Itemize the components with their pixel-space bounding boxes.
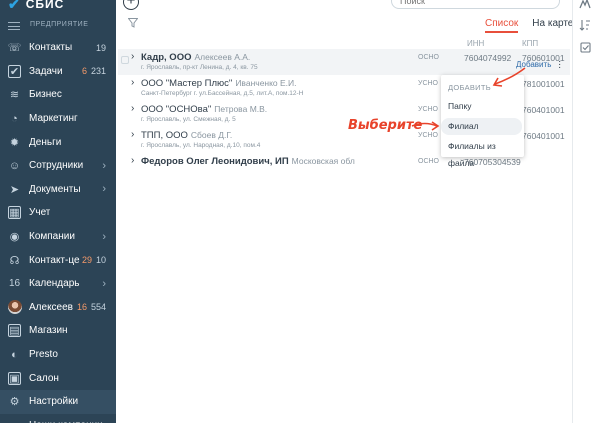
sort-icon[interactable] [578, 18, 592, 32]
right-panel-divider [572, 0, 573, 423]
analytics-icon[interactable] [578, 0, 592, 11]
select-icon[interactable] [578, 40, 592, 54]
annotation-arrows [411, 67, 526, 131]
